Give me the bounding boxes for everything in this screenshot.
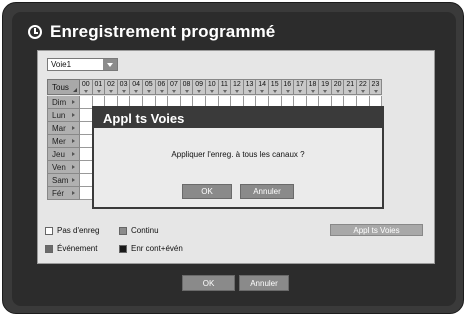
hour-header-03[interactable]: 03 bbox=[117, 79, 131, 95]
legend-none: Pas d'enreg bbox=[45, 226, 99, 235]
schedule-cell[interactable] bbox=[80, 187, 93, 200]
schedule-cell[interactable] bbox=[80, 109, 93, 122]
hour-header-16[interactable]: 16 bbox=[281, 79, 295, 95]
day-label[interactable]: Ven bbox=[47, 161, 80, 174]
legend-swatch-continuous bbox=[119, 226, 127, 235]
schedule-cell[interactable] bbox=[80, 135, 93, 148]
schedule-cell[interactable] bbox=[80, 161, 93, 174]
schedule-cell[interactable] bbox=[80, 122, 93, 135]
dialog-cancel-button[interactable]: Annuler bbox=[240, 184, 294, 199]
page-title: Enregistrement programmé bbox=[50, 22, 276, 41]
legend-label-event: Événement bbox=[57, 244, 98, 253]
hour-header-17[interactable]: 17 bbox=[294, 79, 307, 95]
hour-header-12[interactable]: 12 bbox=[231, 79, 244, 95]
confirm-dialog: Appl ts Voies Appliquer l'enreg. à tous … bbox=[92, 106, 384, 209]
legend-event: Événement bbox=[45, 244, 97, 253]
day-label[interactable]: Fér bbox=[47, 187, 80, 200]
hour-header-15[interactable]: 15 bbox=[268, 79, 282, 95]
schedule-cell[interactable] bbox=[80, 148, 93, 161]
hour-header-18[interactable]: 18 bbox=[306, 79, 320, 95]
schedule-cell[interactable] bbox=[80, 174, 93, 187]
day-label[interactable]: Sam bbox=[47, 174, 80, 187]
hour-header-06[interactable]: 06 bbox=[155, 79, 169, 95]
channel-select-value: Voie1 bbox=[51, 60, 72, 69]
select-all-button[interactable]: Tous bbox=[47, 79, 80, 95]
legend-continuous: Continu bbox=[119, 226, 159, 235]
hour-header-22[interactable]: 22 bbox=[357, 79, 370, 95]
hour-header-04[interactable]: 04 bbox=[130, 79, 143, 95]
hour-header-02[interactable]: 02 bbox=[105, 79, 118, 95]
legend-swatch-none bbox=[45, 226, 53, 235]
hour-header-19[interactable]: 19 bbox=[319, 79, 332, 95]
hour-header-21[interactable]: 21 bbox=[344, 79, 358, 95]
legend-label-none: Pas d'enreg bbox=[57, 226, 100, 235]
day-label[interactable]: Mar bbox=[47, 122, 80, 135]
day-label[interactable]: Dim bbox=[47, 96, 80, 109]
legend-label-cont-event: Enr cont+évén bbox=[131, 244, 183, 253]
hour-header-08[interactable]: 08 bbox=[180, 79, 194, 95]
hour-header-20[interactable]: 20 bbox=[331, 79, 345, 95]
dialog-ok-button[interactable]: OK bbox=[182, 184, 232, 199]
legend-swatch-cont-event bbox=[119, 244, 127, 253]
day-label[interactable]: Jeu bbox=[47, 148, 80, 161]
apply-all-channels-button[interactable]: Appl ts Voies bbox=[330, 224, 423, 236]
legend-swatch-event bbox=[45, 244, 53, 253]
hour-header-13[interactable]: 13 bbox=[243, 79, 257, 95]
cancel-button[interactable]: Annuler bbox=[239, 275, 289, 291]
clock-icon bbox=[28, 25, 42, 39]
dialog-message: Appliquer l'enreg. à tous les canaux ? bbox=[171, 150, 305, 159]
dialog-title: Appl ts Voies bbox=[94, 108, 382, 128]
page-header: Enregistrement programmé bbox=[28, 19, 275, 45]
legend-label-continuous: Continu bbox=[131, 226, 159, 235]
hour-header-09[interactable]: 09 bbox=[193, 79, 206, 95]
hour-header-11[interactable]: 11 bbox=[218, 79, 232, 95]
hour-header-10[interactable]: 10 bbox=[205, 79, 219, 95]
schedule-grid-header: Tous 00 01 02 03 04 05 06 07 08 09 10 11 12 13 14 15 16 1… bbox=[47, 79, 383, 95]
channel-select[interactable]: Voie1 bbox=[47, 58, 118, 71]
hour-header-00[interactable]: 00 bbox=[80, 79, 93, 95]
legend-cont-event: Enr cont+évén bbox=[119, 244, 183, 253]
hour-header-07[interactable]: 07 bbox=[168, 79, 181, 95]
day-label[interactable]: Lun bbox=[47, 109, 80, 122]
hour-header-14[interactable]: 14 bbox=[256, 79, 269, 95]
ok-button[interactable]: OK bbox=[182, 275, 235, 291]
hour-header-23[interactable]: 23 bbox=[369, 79, 383, 95]
hour-header-01[interactable]: 01 bbox=[92, 79, 106, 95]
day-label[interactable]: Mer bbox=[47, 135, 80, 148]
chevron-down-icon[interactable] bbox=[103, 59, 117, 70]
hour-header-05[interactable]: 05 bbox=[142, 79, 156, 95]
schedule-cell[interactable] bbox=[80, 96, 93, 109]
